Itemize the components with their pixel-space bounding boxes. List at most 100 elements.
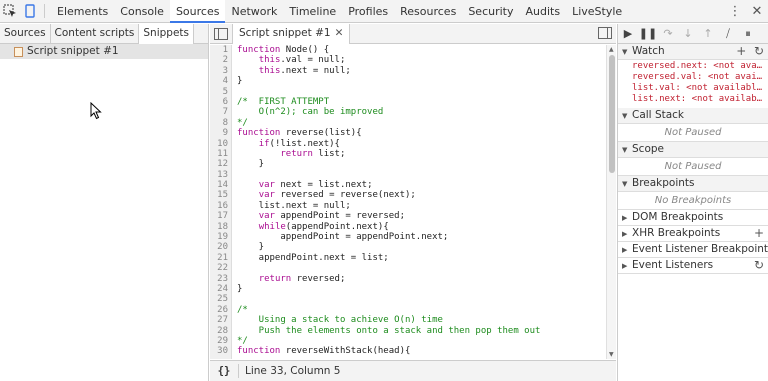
deactivate-breakpoints-icon[interactable]: ⧸ [718, 27, 738, 41]
code-line[interactable]: 29 */ [210, 335, 606, 347]
navigator-tab-sources[interactable]: Sources [0, 24, 51, 43]
watch-expression[interactable]: reversed.val: <not avai… [632, 72, 768, 83]
code-line[interactable]: 21 appendPoint.next = list; [210, 252, 606, 264]
event-listeners-pane-header[interactable]: ▶ Event Listeners ↻ [618, 258, 768, 274]
scroll-down-icon[interactable]: ▼ [609, 351, 614, 358]
code-line[interactable]: 13 [210, 169, 606, 181]
tab-network[interactable]: Network [225, 0, 283, 23]
refresh-listeners-icon[interactable]: ↻ [754, 258, 764, 273]
event-listener-breakpoints-pane-header[interactable]: ▶ Event Listener Breakpoints [618, 242, 768, 258]
line-number[interactable]: 19 [210, 232, 232, 243]
code-line[interactable]: 14 var next = list.next; [210, 180, 606, 191]
code-line[interactable]: 8 */ [210, 117, 606, 129]
tab-profiles[interactable]: Profiles [342, 0, 394, 23]
refresh-watch-icon[interactable]: ↻ [754, 44, 764, 58]
line-number[interactable]: 25 [210, 294, 232, 305]
snippet-item[interactable]: Script snippet #1 [0, 44, 208, 59]
code-line[interactable]: 30 function reverseWithStack(head){ [210, 346, 606, 357]
tab-elements[interactable]: Elements [51, 0, 114, 23]
line-number[interactable]: 13 [210, 169, 232, 181]
line-number[interactable]: 24 [210, 283, 232, 295]
line-number[interactable]: 11 [210, 148, 232, 160]
tab-timeline[interactable]: Timeline [283, 0, 342, 23]
watch-expression[interactable]: list.next: <not availab… [632, 94, 768, 105]
navigator-tab-snippets[interactable]: Snippets [139, 24, 194, 44]
code-line[interactable]: 18 while(appendPoint.next){ [210, 221, 606, 233]
add-watch-icon[interactable]: + [736, 44, 746, 58]
code-line[interactable]: 25 [210, 294, 606, 305]
code-line[interactable]: 17 var appendPoint = reversed; [210, 211, 606, 222]
close-tab-icon[interactable]: ✕ [335, 27, 344, 39]
pause-on-exceptions-icon[interactable]: ⏸ [738, 27, 758, 41]
code-line[interactable]: 4} [210, 76, 606, 87]
code-line[interactable]: 7 O(n^2); can be improved [210, 107, 606, 118]
code-line[interactable]: 3 this.next = null; [210, 65, 606, 77]
code-line[interactable]: 28 Push the elements onto a stack and th… [210, 325, 606, 336]
code-line[interactable]: 26 /* [210, 304, 606, 316]
code-line[interactable]: 24} [210, 283, 606, 295]
vertical-scrollbar[interactable]: ▲ ▼ [606, 45, 616, 359]
pretty-print-button[interactable]: {} [210, 365, 238, 377]
resume-icon[interactable]: ▶ [618, 27, 638, 40]
code-line[interactable]: 1 function Node() { [210, 45, 606, 56]
step-into-icon[interactable]: ↓ [678, 27, 698, 40]
more-menu-icon[interactable]: ⋮ [724, 4, 746, 19]
line-number[interactable]: 14 [210, 180, 232, 191]
line-number[interactable]: 7 [210, 107, 232, 118]
tab-audits[interactable]: Audits [519, 0, 566, 23]
code-line[interactable]: 22 [210, 263, 606, 274]
code-line[interactable]: 27 Using a stack to achieve O(n) time [210, 315, 606, 326]
code-line[interactable]: 19 appendPoint = appendPoint.next; [210, 232, 606, 243]
code-line[interactable]: 11 return list; [210, 148, 606, 160]
code-line[interactable]: 10 if(!list.next){ [210, 138, 606, 149]
close-icon[interactable]: ✕ [746, 4, 768, 19]
line-number[interactable]: 6 [210, 96, 232, 108]
code-line[interactable]: 12 } [210, 159, 606, 170]
code-line[interactable]: 9 function reverse(list){ [210, 128, 606, 139]
code-line[interactable]: 16 list.next = null; [210, 200, 606, 212]
line-number[interactable]: 22 [210, 263, 232, 274]
code-line[interactable]: 20 } [210, 242, 606, 253]
line-number[interactable]: 16 [210, 200, 232, 212]
line-number[interactable]: 3 [210, 65, 232, 77]
line-number[interactable]: 10 [210, 138, 232, 149]
code-line[interactable]: 6 /* FIRST ATTEMPT [210, 96, 606, 108]
pause-icon[interactable]: ❚❚ [638, 27, 658, 40]
toggle-navigator-icon[interactable] [214, 27, 228, 40]
tab-security[interactable]: Security [462, 0, 519, 23]
code-line[interactable]: 23 return reversed; [210, 273, 606, 284]
dom-breakpoints-pane-header[interactable]: ▶ DOM Breakpoints [618, 210, 768, 226]
inspect-element-icon[interactable] [0, 0, 20, 23]
code-line[interactable]: 5 [210, 86, 606, 97]
line-number[interactable]: 29 [210, 335, 232, 347]
code-line[interactable]: 15 var reversed = reverse(next); [210, 190, 606, 201]
line-number[interactable]: 28 [210, 325, 232, 336]
watch-pane-header[interactable]: ▼ Watch + ↻ [618, 44, 768, 60]
tab-sources[interactable]: Sources [169, 0, 226, 23]
line-number[interactable]: 8 [210, 117, 232, 129]
scrollbar-thumb[interactable] [609, 55, 615, 173]
watch-expression[interactable]: list.val: <not availabl… [632, 83, 768, 94]
line-number[interactable]: 18 [210, 221, 232, 233]
line-number[interactable]: 15 [210, 190, 232, 201]
line-number[interactable]: 30 [210, 346, 232, 357]
call-stack-pane-header[interactable]: ▼ Call Stack [618, 108, 768, 124]
xhr-breakpoints-pane-header[interactable]: ▶ XHR Breakpoints + [618, 226, 768, 242]
watch-expression[interactable]: reversed.next: <not ava… [632, 61, 768, 72]
line-number[interactable]: 4 [210, 76, 232, 87]
line-number[interactable]: 1 [210, 45, 232, 56]
line-number[interactable]: 20 [210, 242, 232, 253]
line-number[interactable]: 27 [210, 315, 232, 326]
line-number[interactable]: 12 [210, 159, 232, 170]
tab-resources[interactable]: Resources [394, 0, 462, 23]
tab-script-snippet[interactable]: Script snippet #1 ✕ [232, 23, 351, 44]
navigator-tab-content-scripts[interactable]: Content scripts [51, 24, 140, 43]
step-over-icon[interactable]: ↷ [658, 27, 678, 40]
device-mode-icon[interactable] [20, 0, 40, 23]
breakpoints-pane-header[interactable]: ▼ Breakpoints [618, 176, 768, 192]
step-out-icon[interactable]: ↑ [698, 27, 718, 40]
scope-pane-header[interactable]: ▼ Scope [618, 142, 768, 158]
line-number[interactable]: 21 [210, 252, 232, 264]
line-number[interactable]: 9 [210, 128, 232, 139]
scroll-up-icon[interactable]: ▲ [609, 46, 614, 53]
